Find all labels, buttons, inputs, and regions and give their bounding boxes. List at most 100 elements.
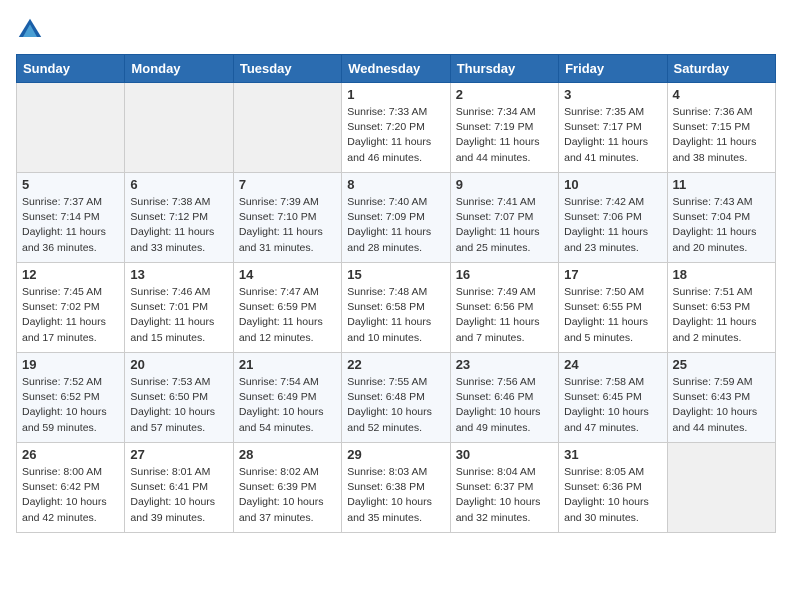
day-header-monday: Monday xyxy=(125,55,233,83)
day-header-wednesday: Wednesday xyxy=(342,55,450,83)
day-number: 5 xyxy=(22,177,119,192)
day-cell xyxy=(125,83,233,173)
week-row-1: 1 Sunrise: 7:33 AM Sunset: 7:20 PM Daylig… xyxy=(17,83,776,173)
day-info: Sunrise: 7:59 AM Sunset: 6:43 PM Dayligh… xyxy=(673,375,770,436)
day-cell: 22Sunrise: 7:55 AM Sunset: 6:48 PM Dayli… xyxy=(342,353,450,443)
day-number: 8 xyxy=(347,177,444,192)
day-cell: 23Sunrise: 7:56 AM Sunset: 6:46 PM Dayli… xyxy=(450,353,558,443)
day-cell: 2 Sunrise: 7:34 AM Sunset: 7:19 PM Daylig… xyxy=(450,83,558,173)
day-info: Sunrise: 7:34 AM Sunset: 7:19 PM Dayligh… xyxy=(456,105,553,166)
day-info: Sunrise: 7:38 AM Sunset: 7:12 PM Dayligh… xyxy=(130,195,227,256)
day-header-friday: Friday xyxy=(559,55,667,83)
day-number: 12 xyxy=(22,267,119,282)
day-number: 14 xyxy=(239,267,336,282)
day-cell xyxy=(233,83,341,173)
day-info: Sunrise: 7:50 AM Sunset: 6:55 PM Dayligh… xyxy=(564,285,661,346)
week-row-4: 19 Sunrise: 7:52 AM Sunset: 6:52 PM Dayli… xyxy=(17,353,776,443)
day-number: 25 xyxy=(673,357,770,372)
day-number: 16 xyxy=(456,267,553,282)
day-cell: 19 Sunrise: 7:52 AM Sunset: 6:52 PM Dayli… xyxy=(17,353,125,443)
day-number: 4 xyxy=(673,87,770,102)
day-info: Sunrise: 7:49 AM Sunset: 6:56 PM Dayligh… xyxy=(456,285,553,346)
day-cell: 8 Sunrise: 7:40 AM Sunset: 7:09 PM Daylig… xyxy=(342,173,450,263)
day-number: 28 xyxy=(239,447,336,462)
day-cell: 31 Sunrise: 8:05 AM Sunset: 6:36 PM Dayli… xyxy=(559,443,667,533)
day-info: Sunrise: 8:00 AM Sunset: 6:42 PM Dayligh… xyxy=(22,465,119,526)
day-info: Sunrise: 7:40 AM Sunset: 7:09 PM Dayligh… xyxy=(347,195,444,256)
day-info: Sunrise: 8:01 AM Sunset: 6:41 PM Dayligh… xyxy=(130,465,227,526)
day-cell: 9Sunrise: 7:41 AM Sunset: 7:07 PM Daylig… xyxy=(450,173,558,263)
day-number: 26 xyxy=(22,447,119,462)
day-cell xyxy=(667,443,775,533)
day-number: 24 xyxy=(564,357,661,372)
day-cell: 4Sunrise: 7:36 AM Sunset: 7:15 PM Daylig… xyxy=(667,83,775,173)
day-cell: 30 Sunrise: 8:04 AM Sunset: 6:37 PM Dayli… xyxy=(450,443,558,533)
day-number: 15 xyxy=(347,267,444,282)
day-info: Sunrise: 7:55 AM Sunset: 6:48 PM Dayligh… xyxy=(347,375,444,436)
day-cell: 3 Sunrise: 7:35 AM Sunset: 7:17 PM Daylig… xyxy=(559,83,667,173)
week-row-2: 5Sunrise: 7:37 AM Sunset: 7:14 PM Daylig… xyxy=(17,173,776,263)
day-header-saturday: Saturday xyxy=(667,55,775,83)
logo-icon xyxy=(16,16,44,44)
header xyxy=(16,16,776,44)
day-cell: 24 Sunrise: 7:58 AM Sunset: 6:45 PM Dayli… xyxy=(559,353,667,443)
day-cell: 6 Sunrise: 7:38 AM Sunset: 7:12 PM Daylig… xyxy=(125,173,233,263)
day-number: 29 xyxy=(347,447,444,462)
day-cell: 17 Sunrise: 7:50 AM Sunset: 6:55 PM Dayli… xyxy=(559,263,667,353)
day-number: 2 xyxy=(456,87,553,102)
day-number: 9 xyxy=(456,177,553,192)
day-cell: 25 Sunrise: 7:59 AM Sunset: 6:43 PM Dayli… xyxy=(667,353,775,443)
day-cell: 5Sunrise: 7:37 AM Sunset: 7:14 PM Daylig… xyxy=(17,173,125,263)
day-header-thursday: Thursday xyxy=(450,55,558,83)
day-cell: 12 Sunrise: 7:45 AM Sunset: 7:02 PM Dayli… xyxy=(17,263,125,353)
day-info: Sunrise: 7:33 AM Sunset: 7:20 PM Dayligh… xyxy=(347,105,444,166)
day-cell: 14 Sunrise: 7:47 AM Sunset: 6:59 PM Dayli… xyxy=(233,263,341,353)
week-row-3: 12 Sunrise: 7:45 AM Sunset: 7:02 PM Dayli… xyxy=(17,263,776,353)
day-info: Sunrise: 7:35 AM Sunset: 7:17 PM Dayligh… xyxy=(564,105,661,166)
day-header-sunday: Sunday xyxy=(17,55,125,83)
day-number: 3 xyxy=(564,87,661,102)
day-info: Sunrise: 7:46 AM Sunset: 7:01 PM Dayligh… xyxy=(130,285,227,346)
day-header-tuesday: Tuesday xyxy=(233,55,341,83)
day-info: Sunrise: 7:43 AM Sunset: 7:04 PM Dayligh… xyxy=(673,195,770,256)
day-info: Sunrise: 8:02 AM Sunset: 6:39 PM Dayligh… xyxy=(239,465,336,526)
day-number: 13 xyxy=(130,267,227,282)
day-info: Sunrise: 7:53 AM Sunset: 6:50 PM Dayligh… xyxy=(130,375,227,436)
day-number: 31 xyxy=(564,447,661,462)
day-number: 30 xyxy=(456,447,553,462)
day-cell: 13 Sunrise: 7:46 AM Sunset: 7:01 PM Dayli… xyxy=(125,263,233,353)
day-cell: 1 Sunrise: 7:33 AM Sunset: 7:20 PM Daylig… xyxy=(342,83,450,173)
day-info: Sunrise: 7:58 AM Sunset: 6:45 PM Dayligh… xyxy=(564,375,661,436)
day-info: Sunrise: 8:04 AM Sunset: 6:37 PM Dayligh… xyxy=(456,465,553,526)
day-number: 7 xyxy=(239,177,336,192)
day-info: Sunrise: 7:54 AM Sunset: 6:49 PM Dayligh… xyxy=(239,375,336,436)
day-info: Sunrise: 7:48 AM Sunset: 6:58 PM Dayligh… xyxy=(347,285,444,346)
day-number: 6 xyxy=(130,177,227,192)
day-cell: 20 Sunrise: 7:53 AM Sunset: 6:50 PM Dayli… xyxy=(125,353,233,443)
day-info: Sunrise: 8:03 AM Sunset: 6:38 PM Dayligh… xyxy=(347,465,444,526)
day-cell: 10 Sunrise: 7:42 AM Sunset: 7:06 PM Dayli… xyxy=(559,173,667,263)
day-info: Sunrise: 7:47 AM Sunset: 6:59 PM Dayligh… xyxy=(239,285,336,346)
day-info: Sunrise: 8:05 AM Sunset: 6:36 PM Dayligh… xyxy=(564,465,661,526)
day-cell: 27 Sunrise: 8:01 AM Sunset: 6:41 PM Dayli… xyxy=(125,443,233,533)
day-info: Sunrise: 7:51 AM Sunset: 6:53 PM Dayligh… xyxy=(673,285,770,346)
day-number: 20 xyxy=(130,357,227,372)
day-number: 17 xyxy=(564,267,661,282)
day-number: 1 xyxy=(347,87,444,102)
day-number: 19 xyxy=(22,357,119,372)
day-number: 27 xyxy=(130,447,227,462)
day-cell: 15 Sunrise: 7:48 AM Sunset: 6:58 PM Dayli… xyxy=(342,263,450,353)
day-number: 11 xyxy=(673,177,770,192)
day-info: Sunrise: 7:39 AM Sunset: 7:10 PM Dayligh… xyxy=(239,195,336,256)
day-cell: 16 Sunrise: 7:49 AM Sunset: 6:56 PM Dayli… xyxy=(450,263,558,353)
day-number: 10 xyxy=(564,177,661,192)
day-cell: 18Sunrise: 7:51 AM Sunset: 6:53 PM Dayli… xyxy=(667,263,775,353)
day-cell: 28 Sunrise: 8:02 AM Sunset: 6:39 PM Dayli… xyxy=(233,443,341,533)
day-number: 21 xyxy=(239,357,336,372)
day-cell: 21 Sunrise: 7:54 AM Sunset: 6:49 PM Dayli… xyxy=(233,353,341,443)
calendar-table: SundayMondayTuesdayWednesdayThursdayFrid… xyxy=(16,54,776,533)
day-info: Sunrise: 7:42 AM Sunset: 7:06 PM Dayligh… xyxy=(564,195,661,256)
day-info: Sunrise: 7:52 AM Sunset: 6:52 PM Dayligh… xyxy=(22,375,119,436)
day-info: Sunrise: 7:56 AM Sunset: 6:46 PM Dayligh… xyxy=(456,375,553,436)
day-info: Sunrise: 7:45 AM Sunset: 7:02 PM Dayligh… xyxy=(22,285,119,346)
